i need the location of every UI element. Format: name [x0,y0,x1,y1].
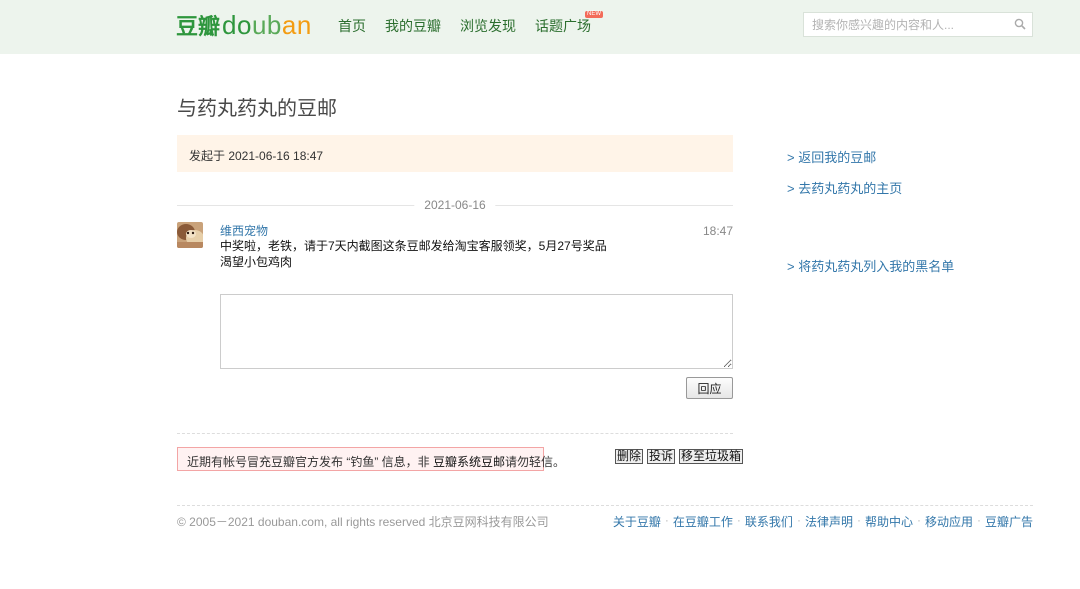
divider [177,433,733,434]
search-icon[interactable] [1014,18,1026,30]
date-divider-text: 2021-06-16 [414,198,496,212]
footer-link-mobile[interactable]: 移动应用 [925,513,973,530]
nav-item-topics[interactable]: 话题广场 NEW [535,11,603,36]
back-to-mailbox-link[interactable]: > 返回我的豆邮 [787,147,876,166]
avatar-image [177,222,203,248]
profile-link[interactable]: > 去药丸药丸的主页 [787,178,902,197]
date-divider: 2021-06-16 [177,198,733,212]
copyright-text: © 2005－2021 douban.com, all rights reser… [177,515,549,529]
footer-link-about[interactable]: 关于豆瓣 [613,513,661,530]
nav-item-explore[interactable]: 浏览发现 [460,16,516,36]
footer-separator: · [916,513,921,527]
started-at-text: 发起于 2021-06-16 18:47 [189,149,324,163]
delete-button[interactable]: 删除 [615,449,644,464]
douban-logo[interactable]: 豆瓣 douban [176,9,312,41]
top-nav-bar: 豆瓣 douban 首页 我的豆瓣 浏览发现 话题广场 NEW [0,0,1080,54]
footer-link-contact[interactable]: 联系我们 [745,513,793,530]
message-body: 中奖啦，老铁，请于7天内截图这条豆邮发给淘宝客服领奖，5月27号奖品 渴望小包鸡… [220,238,720,270]
reply-button[interactable]: 回应 [686,377,733,399]
footer-separator: · [796,513,801,527]
footer-separator: · [976,513,981,527]
conversation-start-info: 发起于 2021-06-16 18:47 [177,135,733,172]
footer-separator: · [736,513,741,527]
nav-item-topics-label: 话题广场 [535,18,591,34]
message-line: 渴望小包鸡肉 [220,255,293,269]
move-to-trash-button[interactable]: 移至垃圾箱 [679,449,744,464]
logo-cn-text: 豆瓣 [176,14,221,39]
footer-link-help[interactable]: 帮助中心 [865,513,913,530]
warning-emphasis: 豆瓣系统豆邮 [433,455,506,469]
footer-divider [177,505,1033,506]
nav-item-home[interactable]: 首页 [338,16,366,36]
nav-item-my-douban[interactable]: 我的豆瓣 [385,16,441,36]
warning-prefix: 近期有帐号冒充豆瓣官方发布 “钓鱼” 信息，非 [187,455,433,469]
message-line: 中奖啦，老铁，请于7天内截图这条豆邮发给淘宝客服领奖，5月27号奖品 [220,239,607,253]
reply-textarea[interactable] [220,294,733,369]
footer-links: 关于豆瓣 · 在豆瓣工作 · 联系我们 · 法律声明 · 帮助中心 · 移动应用 · 豆瓣广… [613,513,1033,530]
message-time: 18:47 [702,224,733,238]
new-badge: NEW [585,11,603,18]
message-author-link[interactable]: 维西宠物 [220,222,268,239]
footer-link-jobs[interactable]: 在豆瓣工作 [673,513,733,530]
footer-link-legal[interactable]: 法律声明 [805,513,853,530]
footer-separator: · [664,513,669,527]
logo-en-text: douban [222,10,312,40]
search-box [803,12,1033,37]
report-button[interactable]: 投诉 [647,449,676,464]
search-input[interactable] [804,13,1004,36]
message-actions: 删除 投诉 移至垃圾箱 [615,449,747,464]
avatar[interactable] [177,222,203,248]
warning-suffix: 请勿轻信。 [505,455,566,469]
main-nav: 首页 我的豆瓣 浏览发现 话题广场 NEW [338,11,610,36]
blacklist-link[interactable]: > 将药丸药丸列入我的黑名单 [787,256,954,275]
page-title: 与药丸药丸的豆邮 [177,96,337,120]
phishing-warning: 近期有帐号冒充豆瓣官方发布 “钓鱼” 信息，非 豆瓣系统豆邮请勿轻信。 [177,447,565,471]
footer-link-ads[interactable]: 豆瓣广告 [985,513,1033,530]
footer-separator: · [856,513,861,527]
